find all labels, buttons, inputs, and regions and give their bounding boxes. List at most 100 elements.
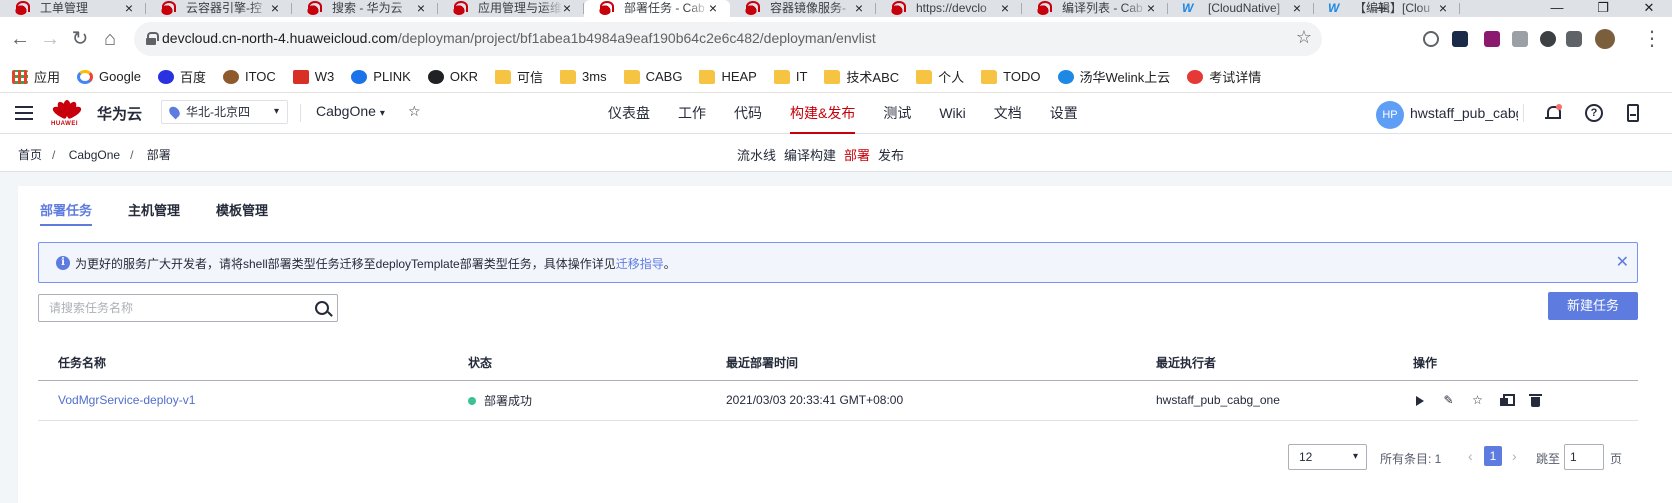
- bookmark-star-icon[interactable]: ☆: [1296, 27, 1312, 48]
- current-page-button[interactable]: 1: [1484, 446, 1502, 466]
- user-name[interactable]: hwstaff_pub_cabg_one: [1410, 105, 1518, 121]
- tab-deploy-tasks[interactable]: 部署任务: [40, 200, 93, 226]
- star-icon[interactable]: ☆: [1471, 393, 1484, 407]
- close-icon[interactable]: ✕: [1616, 252, 1629, 272]
- subnav-pipeline[interactable]: 流水线: [737, 145, 776, 164]
- huawei-logo[interactable]: HUAWEI: [51, 100, 83, 128]
- new-task-button[interactable]: 新建任务: [1548, 292, 1638, 320]
- bookmark-folder[interactable]: TODO: [981, 69, 1041, 84]
- bookmark-item[interactable]: 百度: [157, 67, 206, 86]
- project-selector[interactable]: CabgOne ▾: [316, 103, 385, 119]
- extension-new-icon[interactable]: [1452, 31, 1468, 47]
- favorite-star-icon[interactable]: ☆: [408, 103, 421, 120]
- window-close-icon[interactable]: ✕: [1626, 0, 1672, 16]
- breadcrumb-home[interactable]: 首页: [18, 148, 42, 162]
- browser-tab[interactable]: https://devclo ×: [876, 0, 1022, 17]
- home-icon[interactable]: ⌂: [98, 27, 122, 51]
- search-icon[interactable]: [315, 301, 329, 315]
- prev-page-icon[interactable]: ‹: [1468, 448, 1473, 464]
- close-icon[interactable]: ×: [855, 0, 863, 16]
- bookmark-item[interactable]: Google: [77, 69, 141, 84]
- browser-tab[interactable]: 搜索 - 华为云 ×: [292, 0, 438, 17]
- browser-menu-icon[interactable]: ⋮: [1640, 27, 1664, 51]
- extension-gray-icon[interactable]: [1512, 31, 1528, 47]
- jump-page-input[interactable]: 1: [1564, 444, 1604, 470]
- extension-rp-icon[interactable]: [1484, 31, 1500, 47]
- subnav-deploy[interactable]: 部署: [844, 145, 870, 164]
- close-icon[interactable]: ×: [417, 0, 425, 16]
- breadcrumb-project[interactable]: CabgOne: [69, 148, 120, 162]
- bookmark-item[interactable]: OKR: [427, 69, 478, 84]
- nav-work[interactable]: 工作: [678, 93, 706, 134]
- bookmark-folder[interactable]: CABG: [623, 69, 682, 84]
- reload-icon[interactable]: ↻: [68, 27, 92, 51]
- bookmark-item[interactable]: PLINK: [351, 69, 411, 84]
- url-text[interactable]: devcloud.cn-north-4.huaweicloud.com/depl…: [162, 30, 876, 46]
- copy-icon[interactable]: [1500, 393, 1515, 407]
- back-icon[interactable]: ←: [8, 27, 32, 51]
- bell-icon[interactable]: [1544, 104, 1562, 122]
- migration-guide-link[interactable]: 迁移指导: [616, 257, 664, 271]
- tab-host-management[interactable]: 主机管理: [128, 200, 180, 226]
- browser-tab[interactable]: 容器镜像服务- ×: [730, 0, 876, 17]
- bookmark-item[interactable]: ITOC: [222, 69, 276, 84]
- forward-icon[interactable]: →: [38, 27, 62, 51]
- nav-wiki[interactable]: Wiki: [939, 93, 965, 134]
- bookmark-folder[interactable]: 可信: [495, 67, 543, 86]
- nav-docs[interactable]: 文档: [994, 93, 1022, 134]
- browser-tab[interactable]: W [CloudNative] ×: [1168, 0, 1314, 17]
- bookmark-folder[interactable]: 3ms: [560, 69, 607, 84]
- play-icon[interactable]: [1413, 394, 1426, 407]
- bookmark-item[interactable]: 应用: [12, 67, 60, 86]
- extension-circle-icon[interactable]: [1423, 31, 1439, 47]
- minimize-icon[interactable]: —: [1534, 0, 1580, 16]
- mobile-icon[interactable]: [1627, 104, 1639, 122]
- profile-avatar-icon[interactable]: [1595, 29, 1615, 49]
- url-bar[interactable]: devcloud.cn-north-4.huaweicloud.com/depl…: [134, 22, 1322, 56]
- nav-settings[interactable]: 设置: [1050, 93, 1078, 134]
- subnav-release[interactable]: 发布: [878, 145, 904, 164]
- close-icon[interactable]: ×: [1001, 0, 1009, 16]
- bookmark-item[interactable]: W3: [292, 69, 334, 84]
- delete-icon[interactable]: [1529, 393, 1542, 407]
- task-name-link[interactable]: VodMgrService-deploy-v1: [58, 393, 195, 407]
- region-selector[interactable]: 华北-北京四 ▾: [161, 100, 288, 124]
- nav-dashboard[interactable]: 仪表盘: [608, 93, 650, 134]
- brand-name[interactable]: 华为云: [97, 103, 142, 124]
- browser-tab[interactable]: 编译列表 - Cab ×: [1022, 0, 1168, 17]
- browser-tab[interactable]: 工单管理 ×: [0, 0, 146, 17]
- bookmark-item[interactable]: 汤华Welink上云: [1057, 67, 1170, 86]
- tab-template-management[interactable]: 模板管理: [216, 200, 268, 226]
- close-icon[interactable]: ×: [563, 0, 571, 16]
- extensions-puzzle-icon[interactable]: [1566, 31, 1582, 47]
- browser-tab[interactable]: 云容器引擎-控 ×: [146, 0, 292, 17]
- avatar[interactable]: HP: [1376, 101, 1404, 129]
- browser-tab[interactable]: 应用管理与运维 ×: [438, 0, 584, 17]
- close-icon[interactable]: ×: [709, 0, 717, 16]
- close-icon[interactable]: ×: [1147, 0, 1155, 16]
- bookmark-folder[interactable]: IT: [773, 69, 807, 84]
- close-icon[interactable]: ×: [1439, 0, 1447, 16]
- bookmark-item[interactable]: 考试详情: [1187, 67, 1261, 86]
- bookmark-folder[interactable]: 个人: [916, 67, 964, 86]
- edit-icon[interactable]: ✎: [1442, 393, 1455, 407]
- nav-code[interactable]: 代码: [734, 93, 762, 134]
- extension-dark-icon[interactable]: [1540, 31, 1556, 47]
- close-icon[interactable]: ×: [271, 0, 279, 16]
- search-input[interactable]: [39, 295, 307, 321]
- menu-icon[interactable]: [15, 106, 33, 120]
- help-icon[interactable]: ?: [1585, 104, 1603, 122]
- next-page-icon[interactable]: ›: [1512, 448, 1517, 464]
- browser-tab-active[interactable]: 部署任务 - Cab ×: [584, 0, 730, 17]
- restore-icon[interactable]: ❐: [1580, 0, 1626, 16]
- subnav-build[interactable]: 编译构建: [784, 145, 836, 164]
- bookmark-folder[interactable]: 技术ABC: [824, 67, 899, 86]
- close-icon[interactable]: ×: [125, 0, 133, 16]
- nav-test[interactable]: 测试: [883, 93, 911, 134]
- bookmark-folder[interactable]: HEAP: [699, 69, 757, 84]
- nav-build-release[interactable]: 构建&发布: [790, 93, 856, 134]
- folder-icon: [699, 69, 716, 84]
- page-size-select[interactable]: 12 ▾: [1288, 444, 1367, 470]
- new-tab-icon[interactable]: +: [1376, 0, 1388, 17]
- close-icon[interactable]: ×: [1293, 0, 1301, 16]
